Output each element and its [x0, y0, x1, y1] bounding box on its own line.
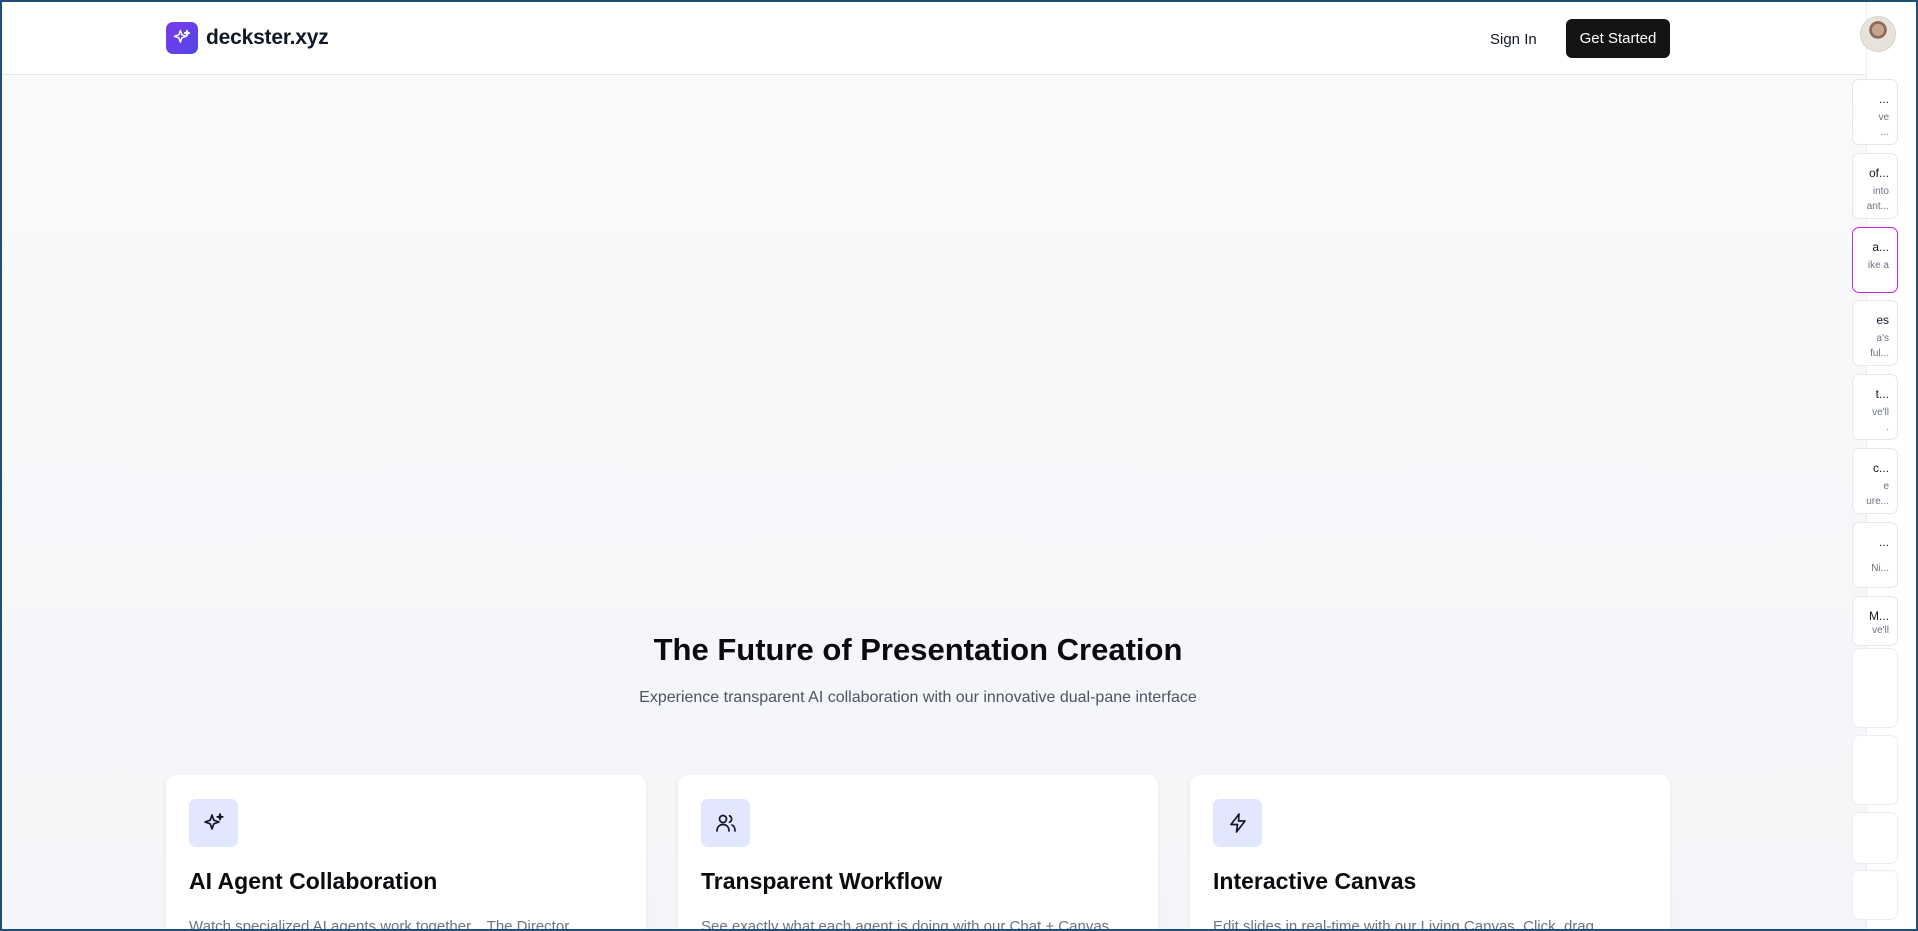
users-icon	[701, 799, 750, 847]
hero-subtitle: Experience transparent AI collaboration …	[639, 689, 1197, 706]
side-item-title: t...	[1875, 387, 1889, 401]
side-item-title: of...	[1868, 166, 1889, 180]
brand-name: deckster.xyz	[206, 26, 329, 49]
feature-title: AI Agent Collaboration	[189, 868, 438, 894]
side-list-placeholder	[1852, 870, 1898, 920]
sparkles-icon	[189, 799, 238, 847]
side-list-item[interactable]: ... Ni...	[1852, 522, 1898, 588]
side-list-item[interactable]: t... ve'll.	[1852, 374, 1898, 440]
brand-logo[interactable]: deckster.xyz	[166, 22, 329, 54]
lightning-icon	[1213, 799, 1262, 847]
hero-title: The Future of Presentation Creation	[653, 632, 1183, 667]
feature-description: Edit slides in real-time with our Living…	[1213, 918, 1607, 931]
side-item-title: ...	[1878, 92, 1889, 106]
side-item-title: c...	[1872, 461, 1889, 475]
sign-in-button[interactable]: Sign In	[1476, 20, 1551, 58]
side-item-desc: ve'll	[1872, 625, 1889, 636]
feature-description: See exactly what each agent is doing wit…	[701, 918, 1122, 931]
feature-title: Interactive Canvas	[1213, 868, 1417, 894]
feature-card-interactive-canvas: Interactive Canvas Edit slides in real-t…	[1190, 775, 1670, 931]
side-item-title: ...	[1878, 535, 1889, 549]
feature-description: Watch specialized AI agents work togethe…	[189, 918, 581, 931]
side-list-item[interactable]: ... ve...	[1852, 79, 1898, 145]
side-list-placeholder	[1852, 648, 1898, 728]
feature-card-ai-agent: AI Agent Collaboration Watch specialized…	[166, 775, 646, 931]
landing-page: deckster.xyz Sign In Get Started The Fut…	[0, 0, 1866, 931]
side-item-desc: e ure...	[1866, 481, 1889, 507]
side-item-desc: ike a	[1867, 260, 1889, 271]
get-started-button[interactable]: Get Started	[1566, 19, 1670, 58]
side-list-item[interactable]: c... e ure...	[1852, 448, 1898, 514]
side-list-placeholder	[1852, 812, 1898, 864]
side-item-desc: into ant...	[1866, 186, 1889, 212]
side-list-item[interactable]: es a's ful...	[1852, 300, 1898, 366]
feature-title: Transparent Workflow	[701, 868, 943, 894]
side-list-placeholder	[1852, 735, 1898, 805]
sparkles-icon	[166, 22, 198, 54]
side-item-title: es	[1876, 313, 1889, 327]
top-nav: deckster.xyz Sign In Get Started	[0, 0, 1866, 75]
side-list-item[interactable]: of... into ant...	[1852, 153, 1898, 219]
side-item-desc: ve'll.	[1872, 407, 1889, 433]
side-item-desc: Ni...	[1871, 563, 1889, 574]
side-list-item[interactable]: M... ve'll	[1852, 596, 1898, 646]
feature-card-transparent-workflow: Transparent Workflow See exactly what ea…	[678, 775, 1158, 931]
side-list-item-active[interactable]: a... ike a	[1852, 227, 1898, 293]
side-item-title: M...	[1869, 609, 1889, 623]
user-avatar[interactable]	[1860, 16, 1896, 52]
side-item-desc: ve...	[1878, 112, 1889, 138]
side-item-title: a...	[1872, 240, 1889, 254]
side-item-desc: a's ful...	[1870, 333, 1889, 359]
